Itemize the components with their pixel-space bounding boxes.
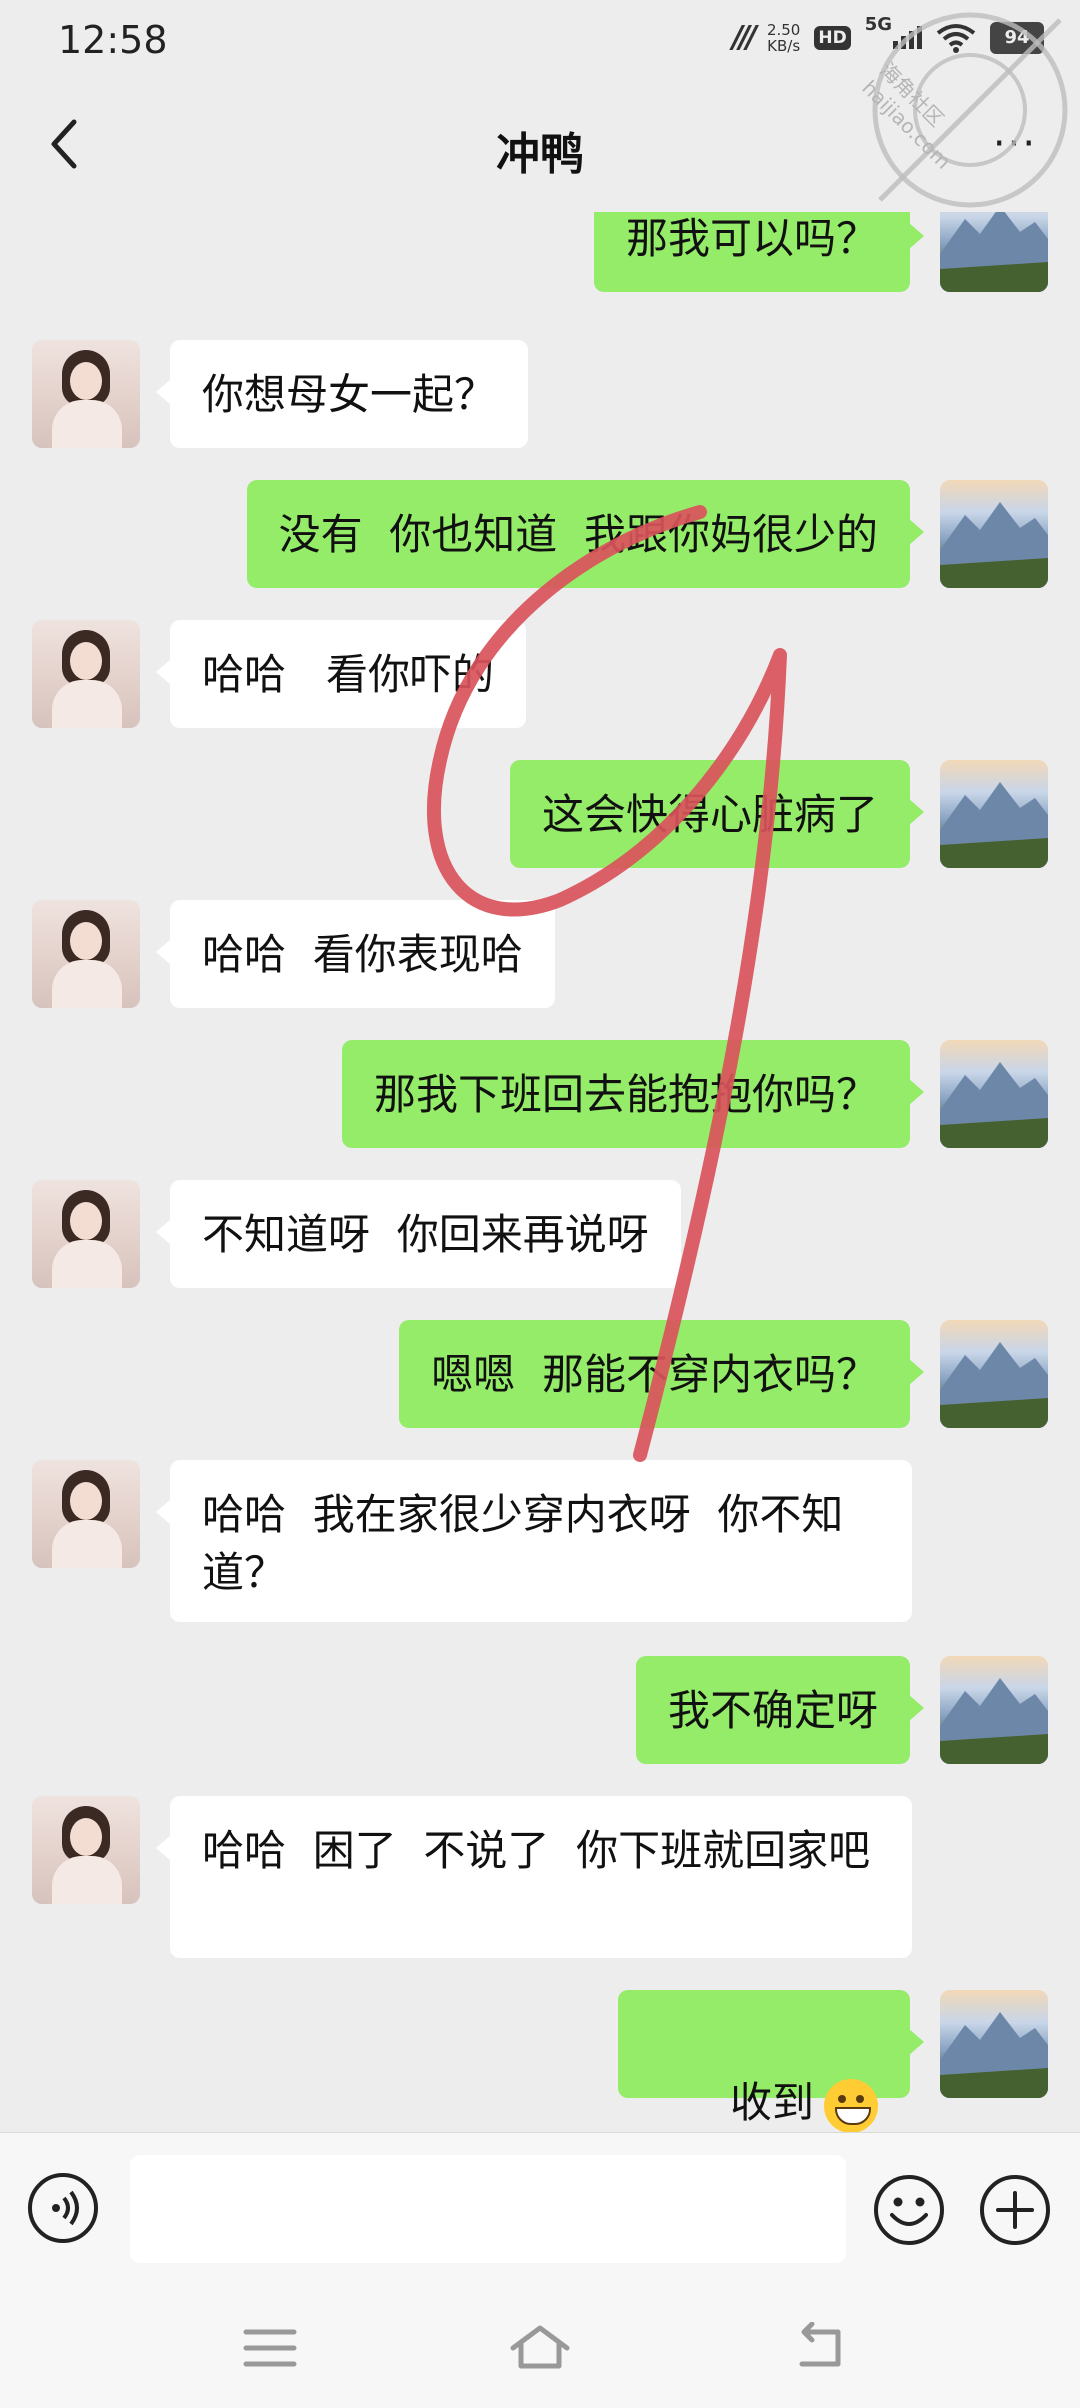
network-speed-unit: KB/s [767,36,801,55]
cellular-signal-icon: /// [732,20,757,55]
contact-avatar[interactable] [32,1796,140,1904]
plus-icon[interactable] [978,2173,1052,2247]
my-avatar[interactable] [940,1320,1048,1428]
contact-avatar[interactable] [32,340,140,448]
input-bar [0,2132,1080,2283]
home-icon[interactable] [505,2322,575,2372]
hd-badge: HD [814,25,851,50]
contact-avatar[interactable] [32,900,140,1008]
recent-apps-icon[interactable] [240,2326,300,2370]
message-bubble-outgoing[interactable]: 收到 [617,1990,925,2132]
message-input[interactable] [130,2155,846,2263]
my-avatar[interactable] [940,1040,1048,1148]
message-bubble-outgoing[interactable]: 这会快得心脏病了 [509,760,925,868]
contact-avatar[interactable] [32,620,140,728]
chat-message-list[interactable]: 那我可以吗？ 你想母女一起？ 没有 你也知道 我跟你妈很少的 哈哈 看你吓的 这… [0,212,1080,2132]
message-bubble-incoming[interactable]: 哈哈 看你吓的 [155,620,527,728]
my-avatar[interactable] [940,760,1048,868]
voice-icon[interactable] [28,2173,98,2243]
message-bubble-incoming[interactable]: 哈哈 我在家很少穿内衣呀 你不知道？ [156,1460,912,1622]
my-avatar[interactable] [940,480,1048,588]
contact-avatar[interactable] [32,1460,140,1568]
grinning-face-icon [824,2078,878,2132]
network-speed: 2.50 KB/s [767,22,800,54]
my-avatar[interactable] [940,212,1048,292]
message-bubble-outgoing[interactable]: 那我下班回去能抱抱你吗？ [341,1040,925,1148]
message-text: 收到 [729,2078,814,2127]
system-nav-bar [0,2282,1080,2408]
message-bubble-outgoing[interactable]: 我不确定呀 [635,1656,925,1764]
contact-avatar[interactable] [32,1180,140,1288]
message-bubble-incoming[interactable]: 哈哈 看你表现哈 [156,900,555,1008]
message-bubble-outgoing[interactable]: 没有 你也知道 我跟你妈很少的 [246,480,925,588]
my-avatar[interactable] [940,1656,1048,1764]
message-bubble-outgoing[interactable]: 那我可以吗？ [593,212,925,292]
status-time: 12:58 [58,18,168,62]
network-speed-value: 2.50 [766,20,801,39]
message-bubble-incoming[interactable]: 你想母女一起？ [155,340,529,448]
my-avatar[interactable] [940,1990,1048,2098]
message-bubble-incoming[interactable]: 不知道呀 你回来再说呀 [156,1180,681,1288]
smile-icon[interactable] [872,2173,946,2247]
back-nav-icon[interactable] [790,2322,850,2372]
message-bubble-incoming[interactable]: 哈哈 困了 不说了 你下班就回家吧 [156,1796,912,1958]
message-bubble-outgoing[interactable]: 嗯嗯 那能不穿内衣吗？ [399,1320,924,1428]
